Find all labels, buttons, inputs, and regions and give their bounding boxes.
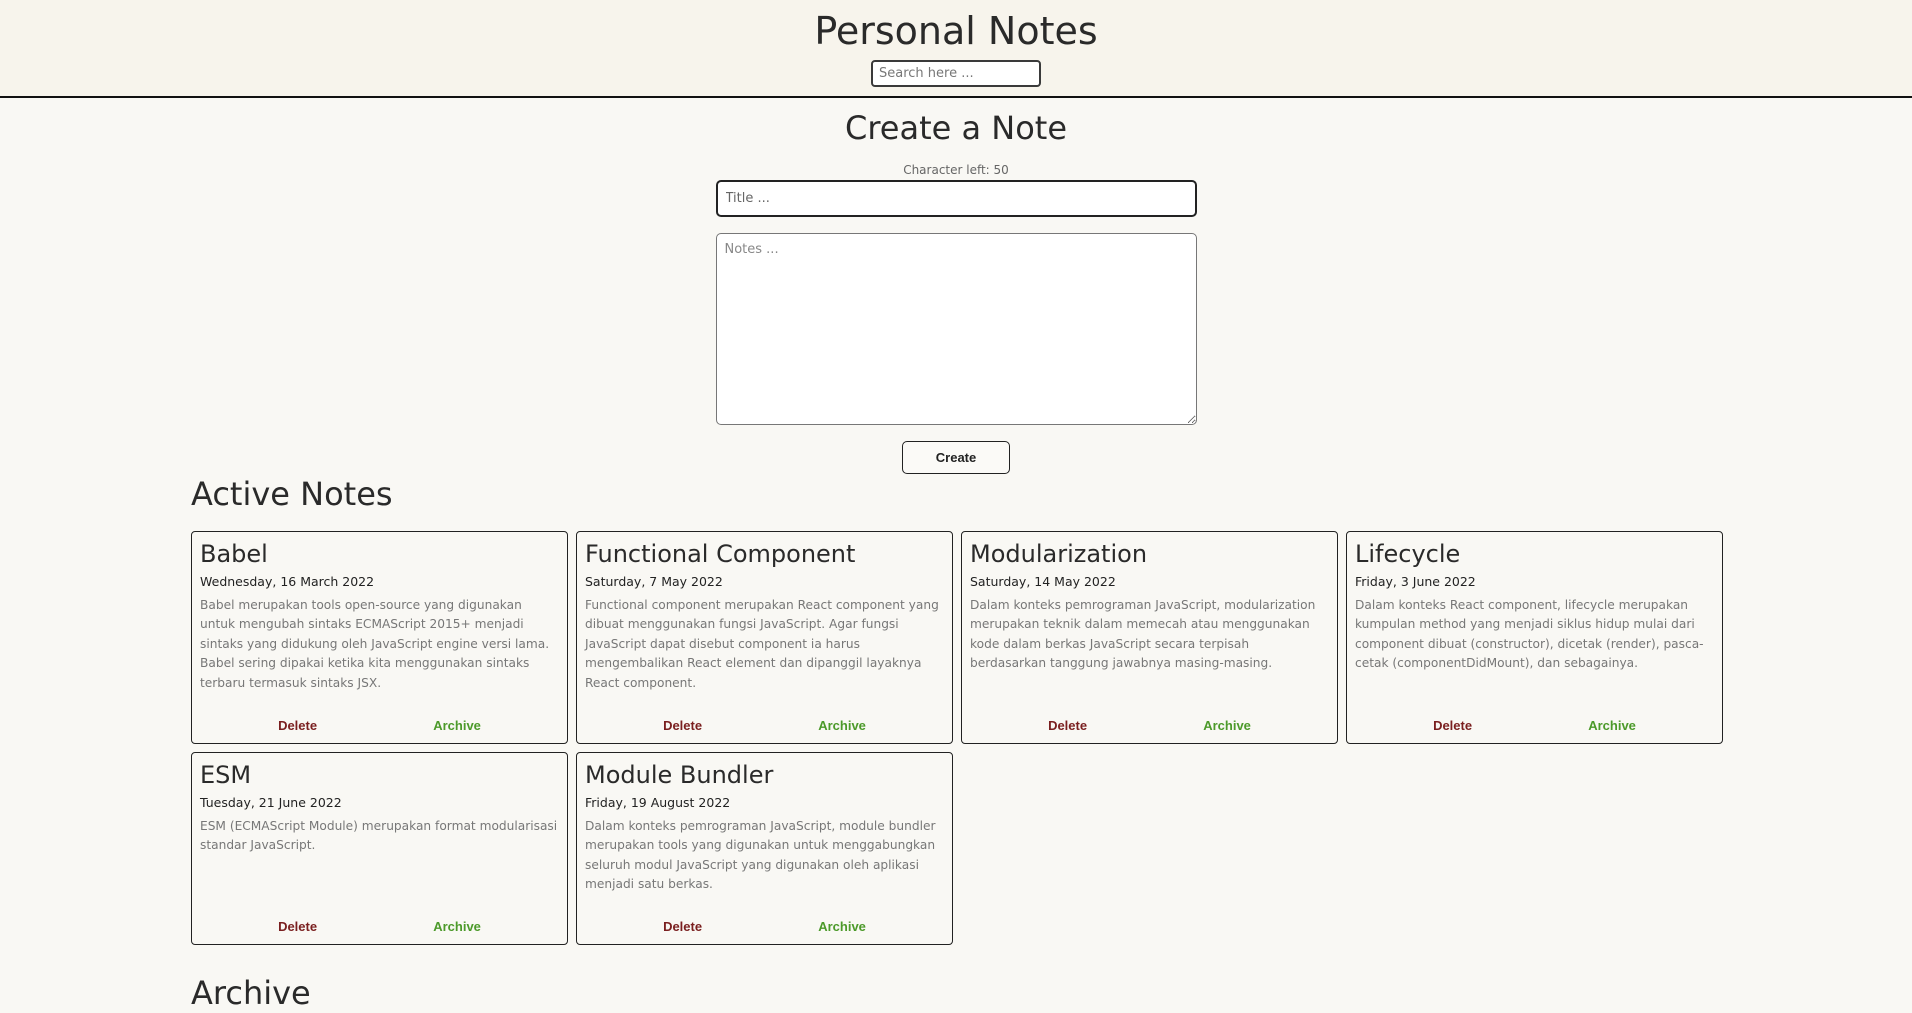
create-button[interactable]: Create: [902, 441, 1010, 474]
note-title-input[interactable]: [715, 180, 1197, 217]
note-date: Tuesday, 21 June 2022: [200, 795, 342, 810]
app-title: Personal Notes: [814, 9, 1098, 53]
note-actions: Delete Archive: [200, 718, 559, 735]
note-date: Saturday, 14 May 2022: [970, 574, 1116, 589]
note-title: Module Bundler: [585, 761, 774, 789]
note-date: Friday, 3 June 2022: [1355, 574, 1476, 589]
note-date: Friday, 19 August 2022: [585, 795, 731, 810]
delete-button[interactable]: Delete: [663, 718, 702, 733]
note-body-textarea[interactable]: [715, 233, 1197, 425]
note-date: Saturday, 7 May 2022: [585, 574, 723, 589]
delete-button[interactable]: Delete: [663, 919, 702, 934]
notes-grid: Babel Wednesday, 16 March 2022 Babel mer…: [191, 531, 1731, 945]
note-actions: Delete Archive: [585, 919, 944, 936]
note-title: Lifecycle: [1355, 540, 1461, 568]
note-actions: Delete Archive: [585, 718, 944, 735]
delete-button[interactable]: Delete: [278, 919, 317, 934]
note-card: Lifecycle Friday, 3 June 2022 Dalam kont…: [1346, 531, 1723, 744]
note-actions: Delete Archive: [1355, 718, 1714, 735]
note-title: Modularization: [970, 540, 1148, 568]
delete-button[interactable]: Delete: [278, 718, 317, 733]
note-date: Wednesday, 16 March 2022: [200, 574, 375, 589]
note-title: ESM: [200, 761, 252, 789]
search-input[interactable]: [871, 60, 1041, 87]
active-notes-heading: Active Notes: [191, 475, 393, 513]
create-note-title: Create a Note: [844, 109, 1068, 147]
delete-button[interactable]: Delete: [1048, 718, 1087, 733]
note-card: Functional Component Saturday, 7 May 202…: [576, 531, 953, 744]
note-card: Babel Wednesday, 16 March 2022 Babel mer…: [191, 531, 568, 744]
note-title: Functional Component: [585, 540, 856, 568]
note-card: ESM Tuesday, 21 June 2022 ESM (ECMAScrip…: [191, 752, 568, 945]
archive-heading: Archive: [191, 974, 311, 1012]
archive-button[interactable]: Archive: [433, 919, 481, 934]
archive-button[interactable]: Archive: [1588, 718, 1636, 733]
note-actions: Delete Archive: [970, 718, 1329, 735]
note-body: Dalam konteks pemrograman JavaScript, mo…: [585, 819, 936, 892]
archive-button[interactable]: Archive: [1203, 718, 1251, 733]
note-card: Module Bundler Friday, 19 August 2022 Da…: [576, 752, 953, 945]
note-card: Modularization Saturday, 14 May 2022 Dal…: [961, 531, 1338, 744]
active-notes-section: Active Notes Babel Wednesday, 16 March 2…: [191, 474, 1723, 1013]
app-header: Personal Notes: [0, 0, 1912, 98]
note-body: Dalam konteks React component, lifecycle…: [1355, 598, 1704, 671]
note-body: Dalam konteks pemrograman JavaScript, mo…: [970, 598, 1316, 671]
archive-button[interactable]: Archive: [818, 919, 866, 934]
note-body: Babel merupakan tools open-source yang d…: [200, 598, 550, 690]
create-note-section: Create a Note Character left: 50 Create: [0, 98, 1912, 474]
archive-button[interactable]: Archive: [818, 718, 866, 733]
archive-button[interactable]: Archive: [433, 718, 481, 733]
note-body: Functional component merupakan React com…: [585, 598, 939, 690]
character-left-counter: Character left: 50: [903, 163, 1009, 177]
note-actions: Delete Archive: [200, 919, 559, 936]
note-title: Babel: [200, 540, 268, 568]
delete-button[interactable]: Delete: [1433, 718, 1472, 733]
note-body: ESM (ECMAScript Module) merupakan format…: [200, 819, 558, 853]
